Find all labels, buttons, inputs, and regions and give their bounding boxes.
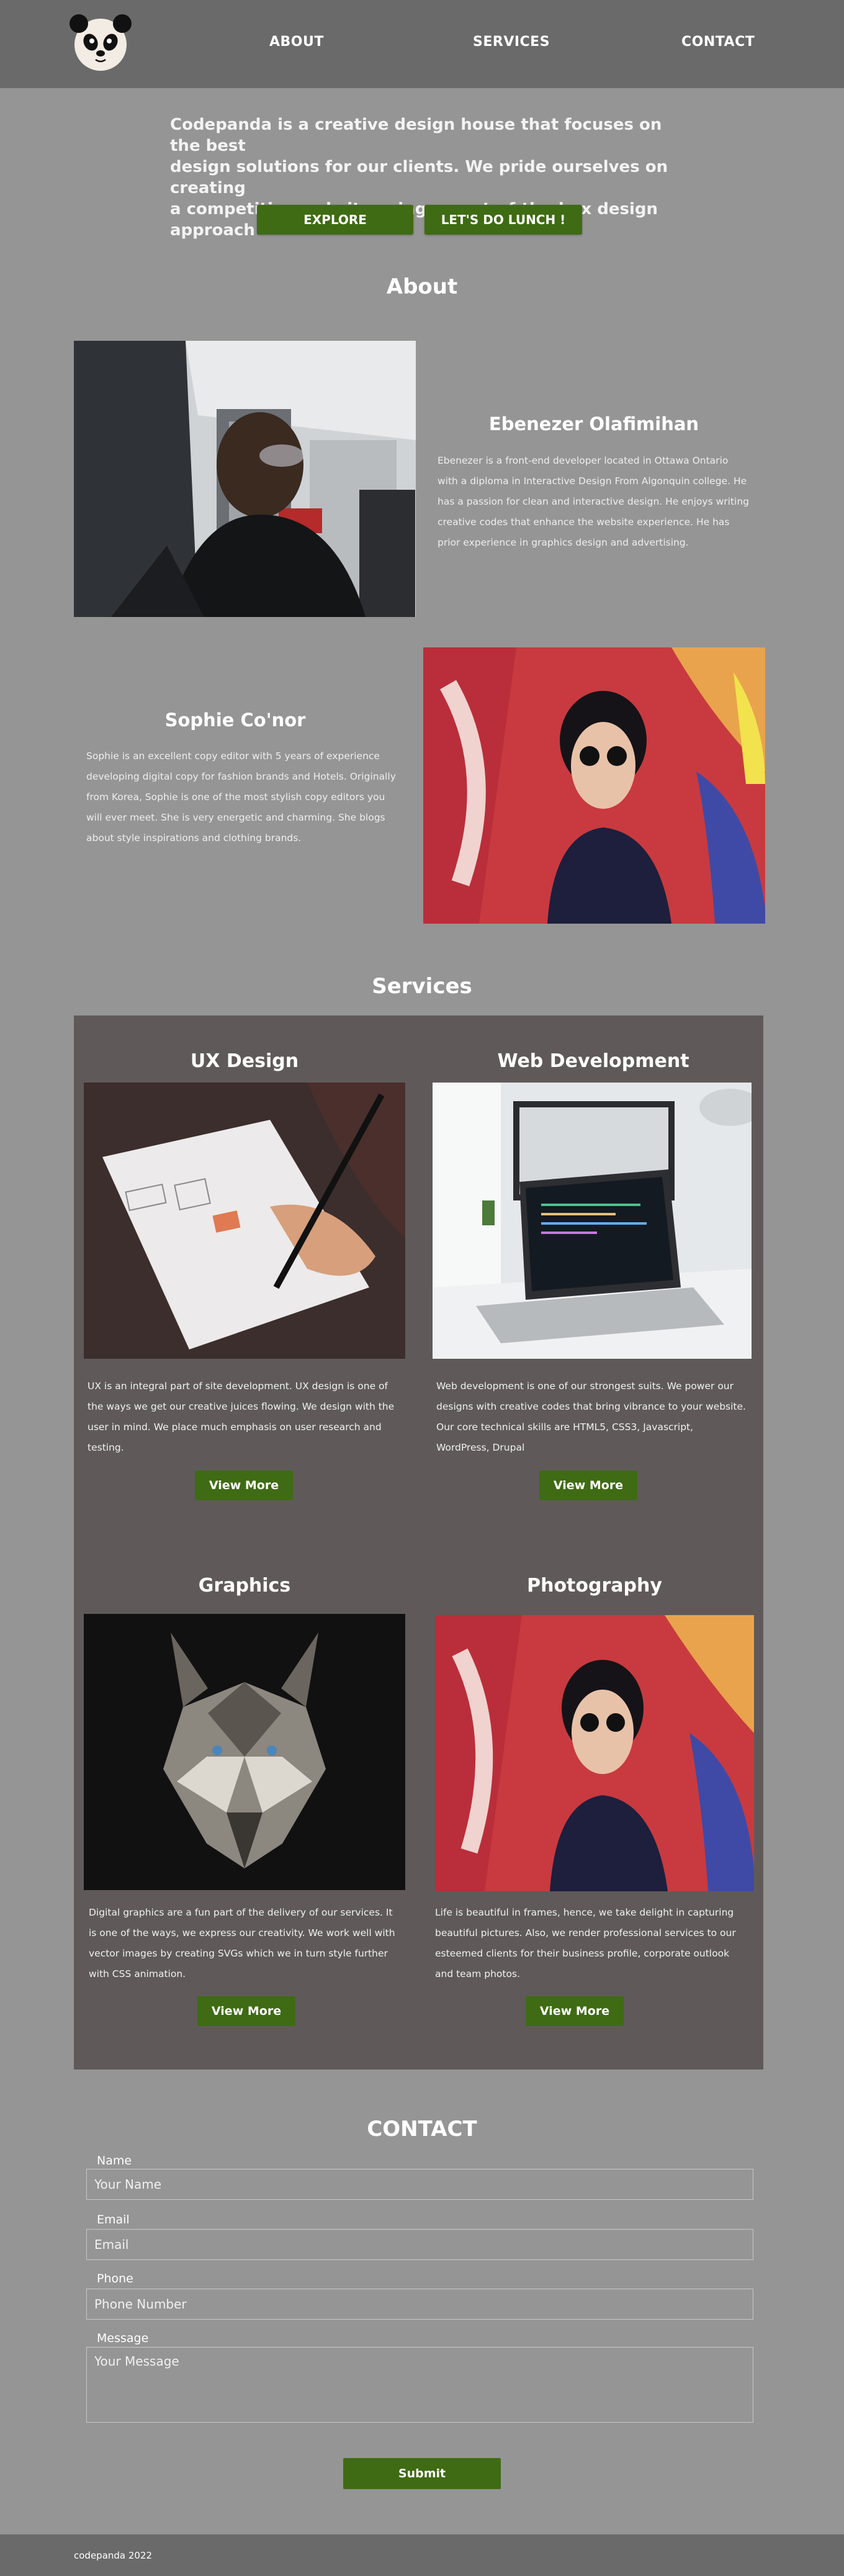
photography-view-more-button[interactable]: View More [526, 1996, 624, 2026]
text-line: Web development is one of our strongest … [436, 1380, 734, 1392]
bio-line: prior experience in graphics design and … [438, 537, 689, 548]
about-section-title: About [386, 274, 458, 299]
text-line: is one of the ways, we express our creat… [89, 1927, 395, 1939]
submit-button[interactable]: Submit [343, 2458, 501, 2489]
text-line: Life is beautiful in frames, hence, we t… [435, 1907, 734, 1918]
web-development-image [433, 1083, 752, 1359]
graphics-image [84, 1614, 405, 1890]
ebenezer-bio: Ebenezer is a front-end developer locate… [438, 451, 760, 553]
lets-do-lunch-button[interactable]: LET'S DO LUNCH ! [424, 205, 582, 235]
photography-description: Life is beautiful in frames, hence, we t… [435, 1903, 758, 1984]
text-line: and team photos. [435, 1968, 520, 1979]
services-section-title: Services [372, 974, 472, 999]
panda-logo-icon[interactable] [68, 11, 133, 76]
ebenezer-name: Ebenezer Olafimihan [488, 413, 699, 435]
email-field[interactable] [86, 2229, 753, 2260]
text-line: esteemed clients for their business prof… [435, 1948, 730, 1959]
bio-line: developing digital copy for fashion bran… [86, 771, 396, 782]
site-footer: codepanda 2022 [0, 2534, 844, 2576]
text-line: user in mind. We place much emphasis on … [88, 1421, 382, 1433]
nav-link-services[interactable]: SERVICES [473, 34, 550, 50]
web-development-description: Web development is one of our strongest … [436, 1376, 759, 1458]
ux-design-image [84, 1083, 405, 1359]
footer-copyright: codepanda 2022 [74, 2550, 153, 2561]
text-line: WordPress, Drupal [436, 1442, 525, 1453]
sophie-bio: Sophie is an excellent copy editor with … [86, 746, 409, 849]
graphics-title: Graphics [198, 1575, 291, 1596]
text-line: Digital graphics are a fun part of the d… [89, 1907, 393, 1918]
sophie-name: Sophie Co'nor [164, 709, 306, 731]
text-line: vector images by creating SVGs which we … [89, 1948, 388, 1959]
message-field[interactable] [86, 2347, 753, 2423]
contact-section-title: CONTACT [367, 2117, 477, 2141]
photography-image [435, 1615, 754, 1891]
name-field[interactable] [86, 2169, 753, 2200]
nav-link-contact[interactable]: CONTACT [681, 34, 755, 50]
bio-line: about style inspirations and clothing br… [86, 832, 302, 844]
graphics-description: Digital graphics are a fun part of the d… [89, 1903, 411, 1984]
web-development-title: Web Development [497, 1050, 689, 1072]
bio-line: with a diploma in Interactive Design Fro… [438, 475, 747, 487]
text-line: with CSS animation. [89, 1968, 186, 1979]
ux-design-title: UX Design [190, 1050, 299, 1072]
site-header: ABOUT SERVICES CONTACT [0, 0, 844, 88]
bio-line: has a passion for clean and interactive … [438, 496, 749, 507]
phone-label: Phone [97, 2272, 133, 2286]
nav-link-about[interactable]: ABOUT [269, 34, 324, 50]
hero-line: Codepanda is a creative design house tha… [170, 115, 662, 155]
explore-button[interactable]: EXPLORE [257, 205, 413, 235]
message-label: Message [97, 2331, 149, 2345]
text-line: designs with creative codes that bring v… [436, 1401, 746, 1412]
text-line: UX is an integral part of site developme… [88, 1380, 388, 1392]
text-line: Our core technical skills are HTML5, CSS… [436, 1421, 694, 1433]
ux-design-description: UX is an integral part of site developme… [88, 1376, 410, 1458]
text-line: beautiful pictures. Also, we render prof… [435, 1927, 736, 1939]
email-label: Email [97, 2213, 130, 2227]
bio-line: will ever meet. She is very energetic an… [86, 812, 385, 823]
bio-line: Sophie is an excellent copy editor with … [86, 750, 380, 762]
phone-field[interactable] [86, 2289, 753, 2320]
bio-line: from Korea, Sophie is one of the most st… [86, 791, 385, 803]
text-line: the ways we get our creative juices flow… [88, 1401, 395, 1412]
bio-line: Ebenezer is a front-end developer locate… [438, 455, 729, 466]
web-development-view-more-button[interactable]: View More [539, 1470, 637, 1500]
sophie-photo [423, 647, 765, 924]
ebenezer-photo [74, 341, 416, 617]
text-line: testing. [88, 1442, 124, 1453]
bio-line: creative codes that enhance the website … [438, 516, 730, 528]
ux-design-view-more-button[interactable]: View More [195, 1470, 293, 1500]
photography-title: Photography [527, 1575, 662, 1596]
name-label: Name [97, 2154, 132, 2168]
hero-line: design solutions for our clients. We pri… [170, 158, 668, 197]
graphics-view-more-button[interactable]: View More [197, 1996, 295, 2026]
